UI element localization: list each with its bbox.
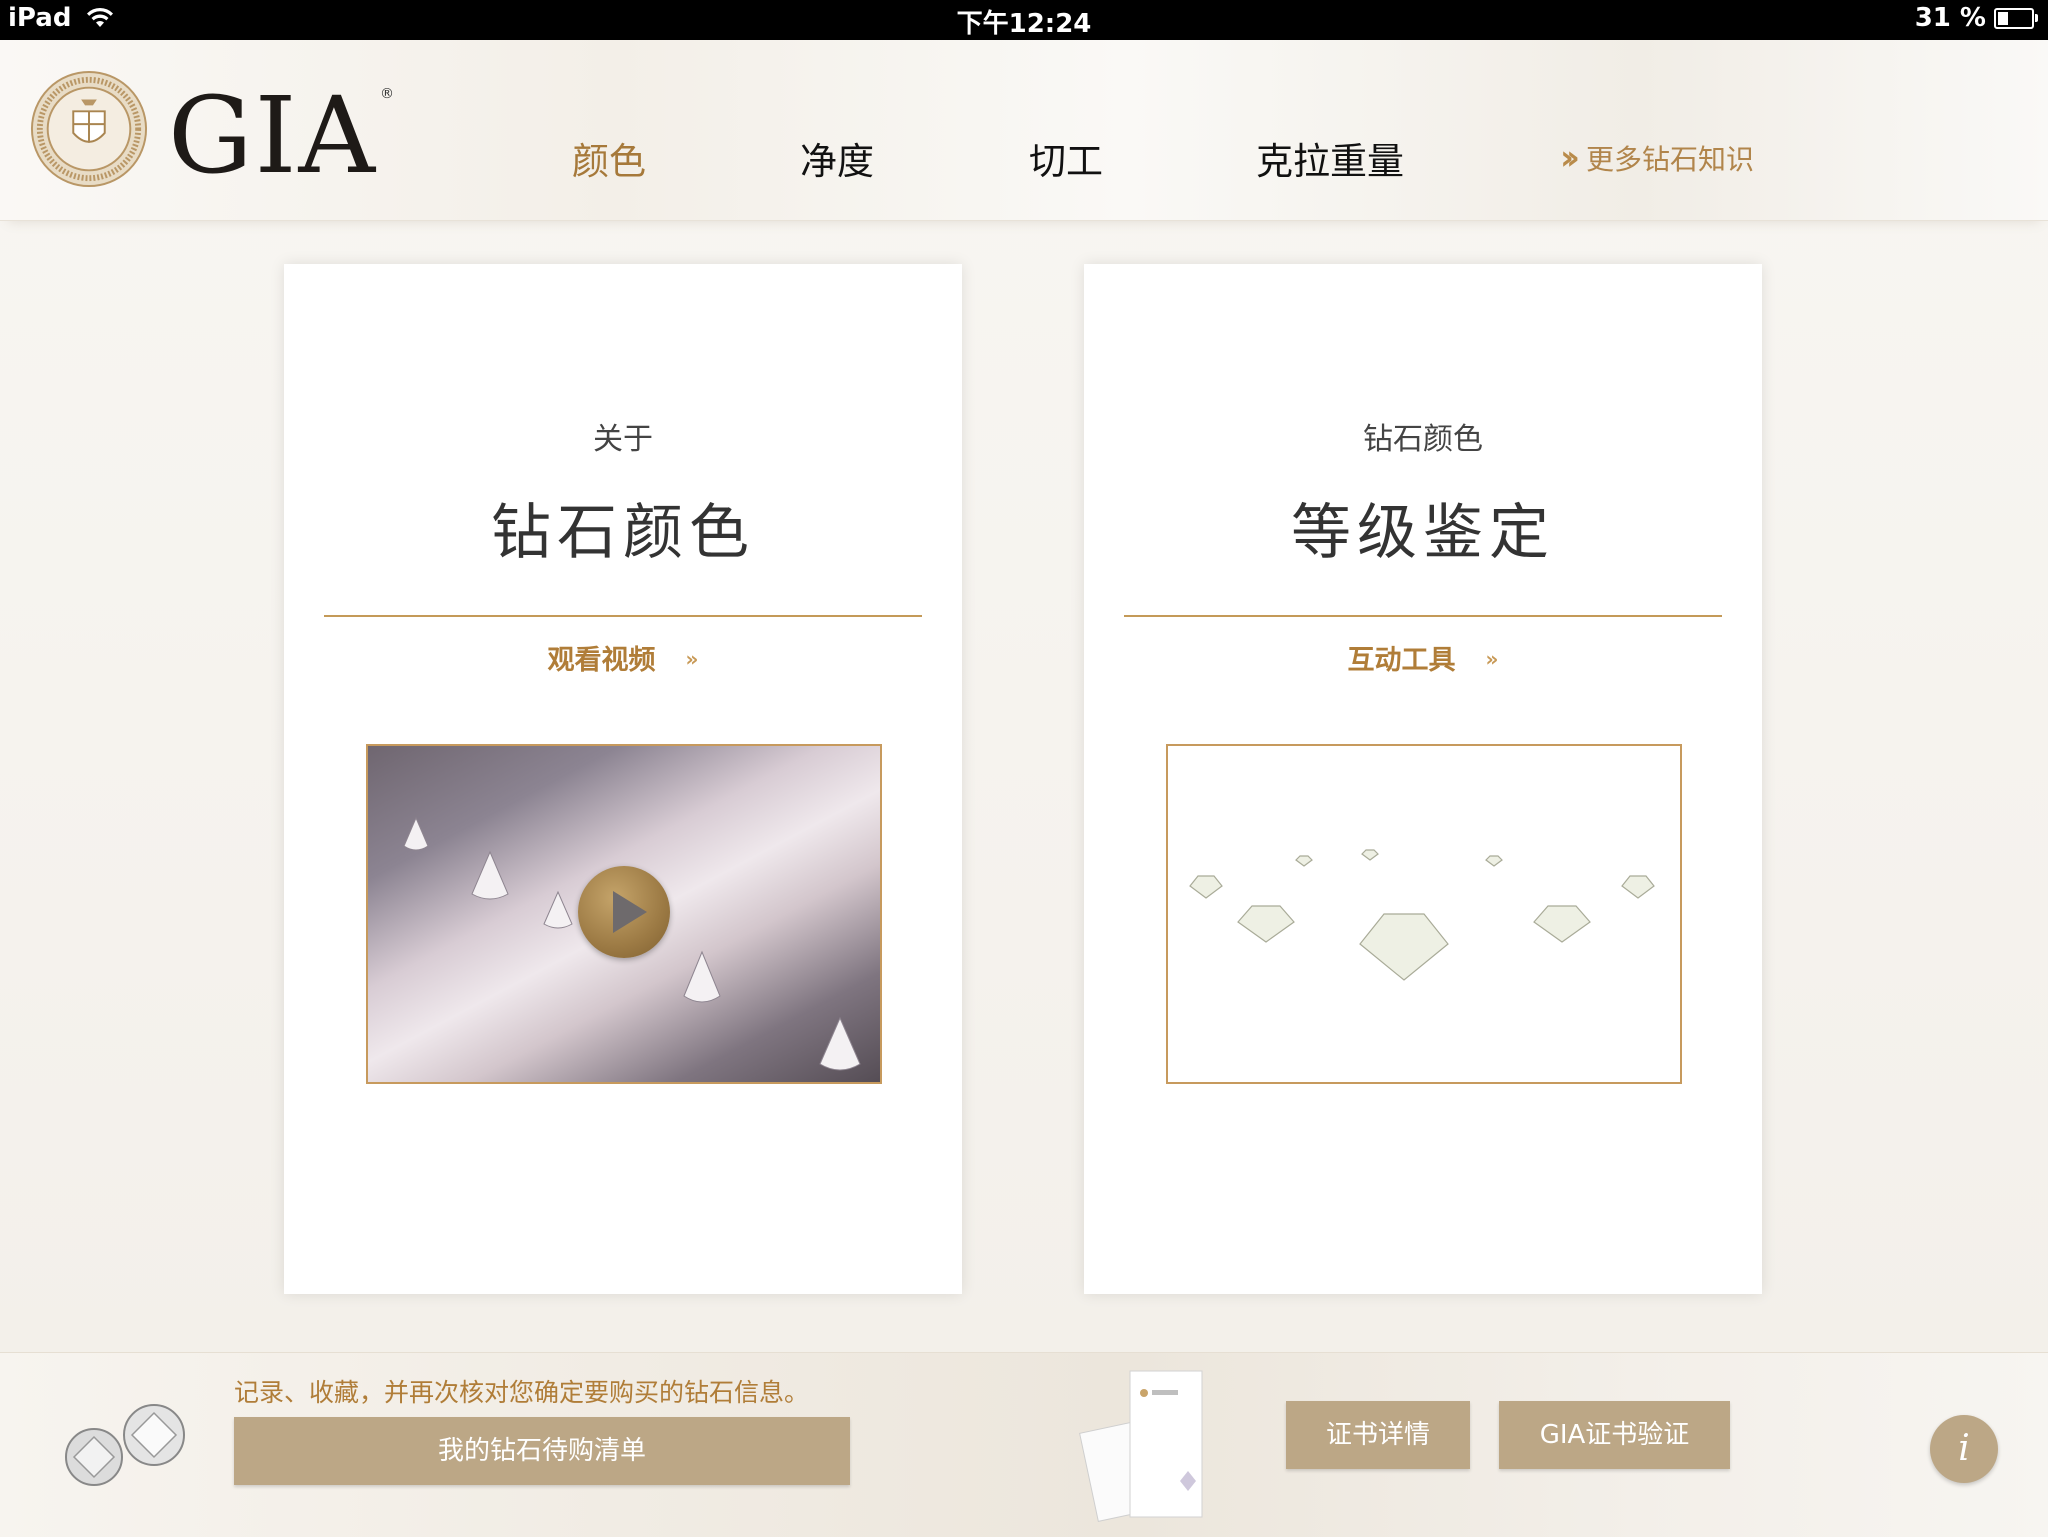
battery-icon (1994, 7, 2038, 29)
interactive-tool-label: 互动工具 (1347, 645, 1456, 676)
battery-percent: 31 % (1914, 3, 1986, 33)
play-icon[interactable] (578, 866, 670, 958)
brand-name: GIA (168, 74, 378, 197)
double-chevron-icon: ›› (1560, 138, 1580, 178)
card-supertitle: 钻石颜色 (1363, 422, 1483, 457)
nav-tab-cut[interactable]: 切工 (1029, 131, 1103, 185)
app-window: GIA ® 颜色 净度 切工 克拉重量 ›› 更多钻石知识 关于 钻石颜色 观看… (0, 40, 2048, 1537)
diamonds-lineup-icon (1189, 849, 1655, 981)
certificate-verify-button[interactable]: GIA证书验证 (1499, 1401, 1730, 1469)
clock: 下午12:24 (956, 9, 1092, 39)
more-knowledge-label: 更多钻石知识 (1586, 143, 1755, 176)
divider (324, 615, 922, 617)
wishlist-note: 记录、收藏，并再次核对您确定要购买的钻石信息。 (234, 1378, 810, 1407)
gia-certificates-image (1079, 1370, 1203, 1522)
card-title: 等级鉴定 (1291, 498, 1555, 568)
diamond-lineup-image[interactable] (1166, 744, 1682, 1084)
status-bar: iPad 下午12:24 31 % (0, 0, 2048, 40)
loose-diamonds-image (65, 1404, 185, 1486)
footer: 记录、收藏，并再次核对您确定要购买的钻石信息。 我的钻石待购清单 证书详情 GI… (0, 1352, 2048, 1537)
card-title: 钻石颜色 (491, 498, 755, 568)
nav-tab-clarity[interactable]: 净度 (800, 131, 874, 185)
watch-video-label: 观看视频 (547, 645, 656, 676)
certificate-details-button[interactable]: 证书详情 (1286, 1401, 1470, 1469)
nav-tab-carat[interactable]: 克拉重量 (1256, 131, 1404, 185)
nav-tab-color[interactable]: 颜色 (572, 131, 646, 185)
gia-logo[interactable]: GIA ® (30, 70, 410, 196)
card-supertitle: 关于 (593, 422, 653, 457)
header: GIA ® 颜色 净度 切工 克拉重量 ›› 更多钻石知识 (0, 40, 2048, 221)
registered-mark: ® (380, 86, 394, 102)
double-arrow-icon: » (1485, 647, 1499, 671)
double-arrow-icon: » (685, 647, 699, 671)
video-thumbnail[interactable] (366, 744, 882, 1084)
info-icon[interactable]: i (1930, 1415, 1998, 1483)
more-knowledge-link[interactable]: ›› 更多钻石知识 (1560, 138, 1754, 178)
interactive-tool-link[interactable]: 互动工具 » (1084, 638, 1762, 677)
card-color-grading: 钻石颜色 等级鉴定 互动工具 » (1084, 264, 1762, 1294)
gia-seal-icon (30, 70, 148, 188)
divider (1124, 615, 1722, 617)
watch-video-link[interactable]: 观看视频 » (284, 638, 962, 677)
card-about-color: 关于 钻石颜色 观看视频 » (284, 264, 962, 1294)
wishlist-button[interactable]: 我的钻石待购清单 (234, 1417, 850, 1485)
